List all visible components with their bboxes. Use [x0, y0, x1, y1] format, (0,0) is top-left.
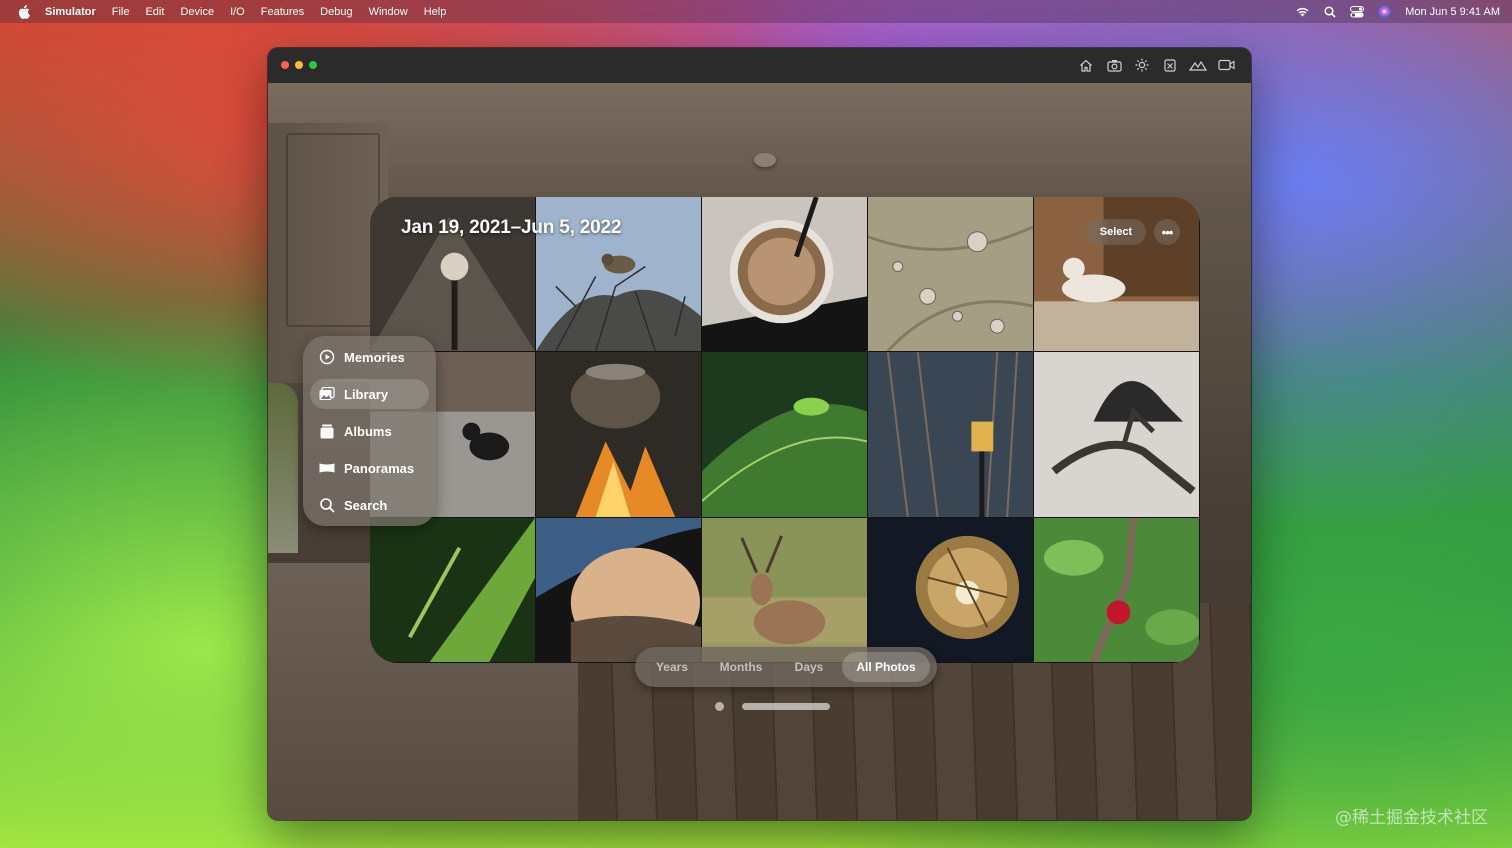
panoramas-icon — [318, 459, 336, 477]
status-area: Mon Jun 5 9:41 AM — [1295, 0, 1500, 23]
photo-tile[interactable] — [370, 518, 536, 663]
time-scale-segmented-control: Years Months Days All Photos — [635, 647, 937, 687]
more-options-button[interactable]: ••• — [1154, 219, 1180, 245]
photo-tile[interactable] — [868, 197, 1034, 352]
home-icon[interactable] — [1077, 56, 1095, 74]
photo-tile[interactable] — [1034, 352, 1200, 518]
albums-icon — [318, 422, 336, 440]
zoom-button[interactable] — [309, 61, 317, 69]
control-center-icon[interactable] — [1350, 5, 1365, 18]
sidebar-item-memories[interactable]: Memories — [310, 342, 429, 372]
select-button[interactable]: Select — [1086, 219, 1146, 245]
menu-file[interactable]: File — [112, 6, 130, 18]
leaf-droplets-photo — [868, 197, 1033, 351]
menu-app-simulator[interactable]: Simulator — [45, 6, 96, 18]
search-icon — [318, 496, 336, 514]
lizard-leaf-photo — [370, 518, 535, 662]
brightness-icon[interactable] — [1133, 56, 1151, 74]
minimize-button[interactable] — [295, 61, 303, 69]
menu-bar: Simulator File Edit Device I/O Features … — [0, 0, 1512, 23]
frog-leaf-photo — [702, 352, 867, 517]
ceiling-light — [754, 153, 776, 167]
photo-tile[interactable] — [1034, 518, 1200, 663]
photo-tile[interactable] — [868, 352, 1034, 518]
photo-tile[interactable] — [536, 352, 702, 518]
room-plant — [268, 383, 298, 553]
sidebar-item-label: Library — [344, 386, 389, 402]
environment-icon[interactable] — [1189, 56, 1207, 74]
menu-device[interactable]: Device — [180, 6, 214, 18]
car-mirror-photo — [536, 518, 701, 662]
watermark-text: @稀土掘金技术社区 — [1335, 808, 1488, 828]
menu-edit[interactable]: Edit — [145, 6, 164, 18]
window-grab-bar[interactable] — [742, 703, 830, 710]
coffee-photo — [702, 197, 867, 351]
sidebar-item-label: Search — [344, 497, 388, 513]
room-ceiling — [268, 83, 1251, 193]
sidebar-item-search[interactable]: Search — [310, 490, 429, 520]
sidebar-item-albums[interactable]: Albums — [310, 416, 429, 446]
sidebar-item-label: Memories — [344, 349, 405, 365]
menu-features[interactable]: Features — [261, 6, 304, 18]
photo-tile[interactable] — [702, 197, 868, 352]
sidebar-item-library[interactable]: Library — [310, 379, 429, 409]
apple-icon[interactable] — [18, 4, 30, 19]
sidebar-item-panoramas[interactable]: Panoramas — [310, 453, 429, 483]
record-icon[interactable] — [1217, 56, 1235, 74]
cherry-branch-photo — [1034, 518, 1199, 662]
menu-clock[interactable]: Mon Jun 5 9:41 AM — [1405, 6, 1500, 18]
menu-debug[interactable]: Debug — [320, 6, 352, 18]
beach-driftwood-photo — [1034, 352, 1199, 517]
screenshot-icon[interactable] — [1105, 56, 1123, 74]
date-range-title: Jan 19, 2021–Jun 5, 2022 — [401, 217, 622, 238]
menu-io[interactable]: I/O — [230, 6, 245, 18]
lantern-photo — [868, 352, 1033, 517]
menu-window[interactable]: Window — [369, 6, 408, 18]
deer-photo — [702, 518, 867, 662]
close-button[interactable] — [281, 61, 289, 69]
brass-light-photo — [868, 518, 1033, 662]
memories-icon — [318, 348, 336, 366]
sidebar-item-label: Panoramas — [344, 460, 415, 476]
photos-grid — [370, 197, 1200, 663]
segment-all-photos[interactable]: All Photos — [842, 652, 930, 682]
menu-help[interactable]: Help — [424, 6, 447, 18]
fire-pot-photo — [536, 352, 701, 517]
segment-days[interactable]: Days — [781, 652, 837, 682]
spotlight-search-icon[interactable] — [1324, 5, 1336, 18]
window-close-dot[interactable] — [715, 702, 724, 711]
sidebar-item-label: Albums — [344, 423, 392, 439]
photo-tile[interactable] — [702, 352, 868, 518]
library-icon — [318, 385, 336, 403]
photo-tile[interactable] — [536, 518, 702, 663]
segment-years[interactable]: Years — [643, 652, 701, 682]
segment-months[interactable]: Months — [707, 652, 775, 682]
photo-tile[interactable] — [868, 518, 1034, 663]
photo-tile[interactable] — [702, 518, 868, 663]
toolbar — [1077, 56, 1235, 74]
window-titlebar[interactable] — [268, 48, 1251, 84]
photos-sidebar: Memories Library Albums Panoramas Search — [303, 336, 436, 526]
kitchen-cabinet — [286, 133, 380, 327]
rotate-icon[interactable] — [1161, 56, 1179, 74]
wifi-icon[interactable] — [1295, 6, 1310, 17]
siri-icon[interactable] — [1378, 5, 1391, 18]
